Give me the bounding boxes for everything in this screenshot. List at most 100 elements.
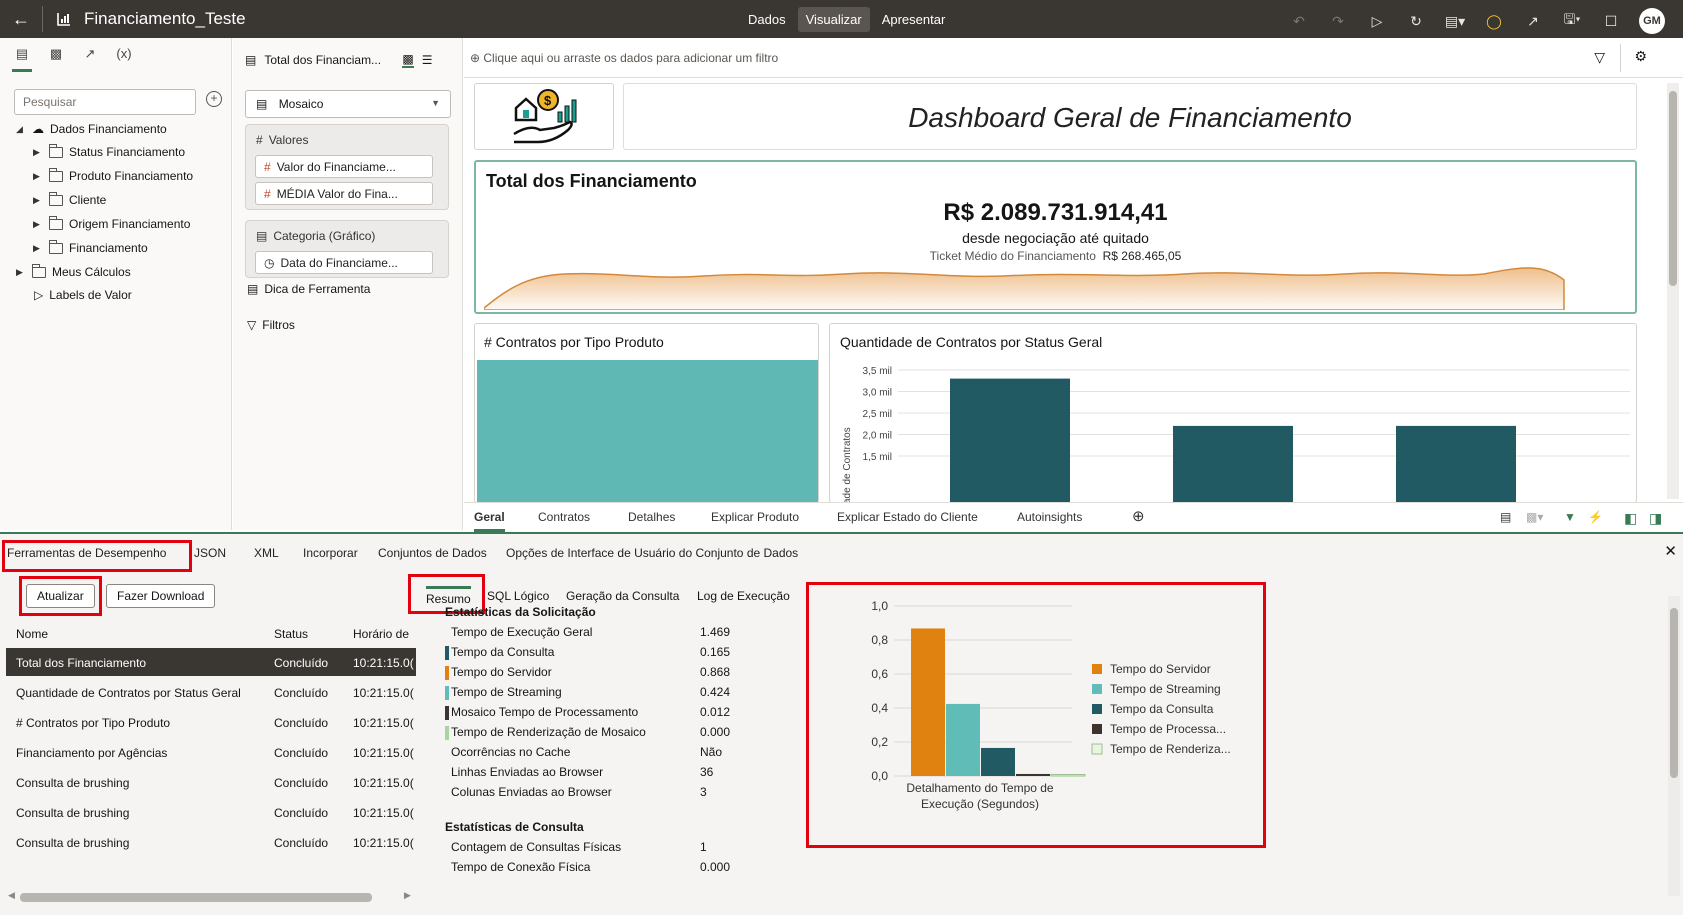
breakdown-bar[interactable] <box>1050 774 1086 777</box>
values-dropzone[interactable]: # Valores # Valor do Financiame... # MÉDIA … <box>245 124 449 210</box>
legend-label[interactable]: Tempo do Servidor <box>1110 662 1211 676</box>
lightbulb-icon[interactable]: ◯ <box>1483 10 1505 32</box>
grammar-view-icon[interactable]: ▩ <box>402 52 414 68</box>
category-pill[interactable]: ◷ Data do Financiame... <box>255 251 433 274</box>
caret-right-icon[interactable]: ▶ <box>33 219 43 230</box>
breakdown-bar[interactable] <box>911 628 945 776</box>
tree-folder[interactable]: ▶ Cliente <box>33 191 106 207</box>
filters-dropzone[interactable]: ▽ Filtros <box>247 318 295 332</box>
scroll-right-icon[interactable]: ▶ <box>404 890 411 901</box>
mode-visualize[interactable]: Visualizar <box>797 7 870 32</box>
contracts-by-product-card[interactable]: # Contratos por Tipo Produto <box>474 323 819 503</box>
table-row[interactable]: Consulta de brushing Concluído 10:21:15.0( <box>6 768 416 796</box>
properties-icon[interactable]: ☰ <box>422 53 433 67</box>
data-tab-icon[interactable]: ▤ <box>12 46 32 72</box>
scroll-left-icon[interactable]: ◀ <box>8 890 15 901</box>
perf-scrollbar[interactable] <box>1668 596 1680 896</box>
caret-down-icon[interactable]: ◢ <box>16 124 26 135</box>
legend-label[interactable]: Tempo de Renderiza... <box>1110 742 1231 756</box>
legend-label[interactable]: Tempo de Streaming <box>1110 682 1221 696</box>
col-name[interactable]: Nome <box>16 627 48 641</box>
value-pill[interactable]: # MÉDIA Valor do Fina... <box>255 182 433 205</box>
caret-right-icon[interactable]: ▶ <box>33 171 43 182</box>
page-layout-icon[interactable]: ▤ <box>1500 510 1511 524</box>
col-status[interactable]: Status <box>274 627 308 641</box>
tab-dataset-ui-options[interactable]: Opções de Interface de Usuário do Conjun… <box>506 546 798 560</box>
viz-type-select[interactable]: ▤ Mosaico ▼ <box>245 90 451 118</box>
redo-icon[interactable]: ↷ <box>1327 10 1349 32</box>
pin-icon[interactable]: ▼ <box>1564 510 1576 524</box>
download-button[interactable]: Fazer Download <box>106 584 216 608</box>
table-row[interactable]: Financiamento por Agências Concluído 10:21… <box>6 738 416 766</box>
tree-value-labels[interactable]: ▷ Labels de Valor <box>34 288 132 302</box>
tab-datasets[interactable]: Conjuntos de Dados <box>378 546 487 560</box>
visualizations-tab-icon[interactable]: ▩ <box>46 46 66 72</box>
tree-root[interactable]: ◢ ☁ Dados Financiamento <box>16 122 167 136</box>
table-row[interactable]: Total dos Financiamento Concluído 10:21:15… <box>6 648 416 676</box>
table-row[interactable]: Consulta de brushing Concluído 10:21:15.0( <box>6 828 416 856</box>
tab-explicar-produto[interactable]: Explicar Produto <box>711 510 799 524</box>
caret-right-icon[interactable]: ▶ <box>33 243 43 254</box>
grid-menu-icon[interactable]: ▩▾ <box>1526 510 1543 524</box>
caret-right-icon[interactable]: ▶ <box>16 267 26 278</box>
category-dropzone[interactable]: ▤ Categoria (Gráfico) ◷ Data do Financiame… <box>245 220 449 278</box>
back-arrow-icon[interactable]: ← <box>10 8 32 30</box>
tree-folder[interactable]: ▶ Produto Financiamento <box>33 167 193 183</box>
export-icon[interactable]: ↗ <box>1522 10 1544 32</box>
tab-detalhes[interactable]: Detalhes <box>628 510 675 524</box>
breakdown-bar[interactable] <box>981 747 1015 776</box>
filter-bar[interactable]: ⊕ Clique aqui ou arraste os dados para a… <box>464 38 1683 78</box>
scrollbar-thumb[interactable] <box>1670 608 1678 778</box>
status-chart-card[interactable]: Quantidade de Contratos por Status Geral… <box>829 323 1637 503</box>
tab-autoinsights[interactable]: Autoinsights <box>1017 510 1082 524</box>
narrate-menu-icon[interactable]: ▤▾ <box>1444 10 1466 32</box>
tree-folder[interactable]: ▶ Origem Financiamento <box>33 215 190 231</box>
value-pill[interactable]: # Valor do Financiame... <box>255 155 433 178</box>
tree-folder[interactable]: ▶ Financiamento <box>33 239 148 255</box>
horizontal-scrollbar[interactable]: ◀ ▶ <box>8 890 411 904</box>
filter-settings-icon[interactable]: ▽ <box>1594 49 1605 66</box>
table-row[interactable]: Consulta de brushing Concluído 10:21:15.0( <box>6 798 416 826</box>
legend-label[interactable]: Tempo da Consulta <box>1110 702 1214 716</box>
analytics-tab-icon[interactable]: ↗ <box>80 46 100 72</box>
search-input[interactable]: Pesquisar <box>14 89 196 115</box>
breakdown-bar[interactable] <box>1016 773 1050 776</box>
tab-query-generation[interactable]: Geração da Consulta <box>566 589 679 603</box>
add-data-icon[interactable]: + <box>206 91 222 107</box>
tab-logical-sql[interactable]: SQL Lógico <box>487 589 549 603</box>
tree-folder[interactable]: ▶ Status Financiamento <box>33 143 185 159</box>
save-menu-icon[interactable]: 🖫▾ <box>1561 10 1583 32</box>
lightning-icon[interactable]: ⚡ <box>1588 510 1603 524</box>
tab-json[interactable]: JSON <box>194 546 226 560</box>
refresh-data-icon[interactable]: ↻ <box>1405 10 1427 32</box>
tab-explicar-estado[interactable]: Explicar Estado do Cliente <box>837 510 978 524</box>
legend-label[interactable]: Tempo de Processa... <box>1110 722 1226 736</box>
auto-apply-icon[interactable]: ⚙ <box>1634 48 1647 65</box>
close-icon[interactable]: ✕ <box>1664 542 1677 560</box>
undo-icon[interactable]: ↶ <box>1288 10 1310 32</box>
scrollbar-thumb[interactable] <box>20 893 372 902</box>
mode-present[interactable]: Apresentar <box>874 7 954 32</box>
breakdown-bar[interactable] <box>946 703 980 776</box>
tree-my-calcs[interactable]: ▶ Meus Cálculos <box>16 263 131 279</box>
tab-embed[interactable]: Incorporar <box>303 546 358 560</box>
tab-xml[interactable]: XML <box>254 546 279 560</box>
caret-right-icon[interactable]: ▶ <box>33 195 43 206</box>
status-bar[interactable] <box>1396 425 1516 502</box>
product-treemap-tile[interactable] <box>477 360 818 502</box>
table-row[interactable]: Quantidade de Contratos por Status Geral… <box>6 678 416 706</box>
panel-left-icon[interactable]: ◧ <box>1624 510 1637 527</box>
total-financing-card[interactable]: Total dos Financiamento R$ 2.089.731.914… <box>474 160 1637 314</box>
mode-data[interactable]: Dados <box>740 7 794 32</box>
tab-geral[interactable]: Geral <box>474 510 505 532</box>
add-tab-icon[interactable]: ⊕ <box>1132 507 1145 525</box>
avatar[interactable]: GM <box>1639 8 1665 34</box>
status-bar[interactable] <box>950 378 1070 502</box>
tab-execution-log[interactable]: Log de Execução <box>697 589 790 603</box>
tab-contratos[interactable]: Contratos <box>538 510 590 524</box>
variables-tab-icon[interactable]: (x) <box>114 46 134 72</box>
tooltip-dropzone[interactable]: ▤ Dica de Ferramenta <box>247 282 370 296</box>
canvas-scrollbar[interactable] <box>1667 83 1679 499</box>
col-time[interactable]: Horário de <box>353 627 409 641</box>
panel-right-icon[interactable]: ◨ <box>1649 510 1662 527</box>
